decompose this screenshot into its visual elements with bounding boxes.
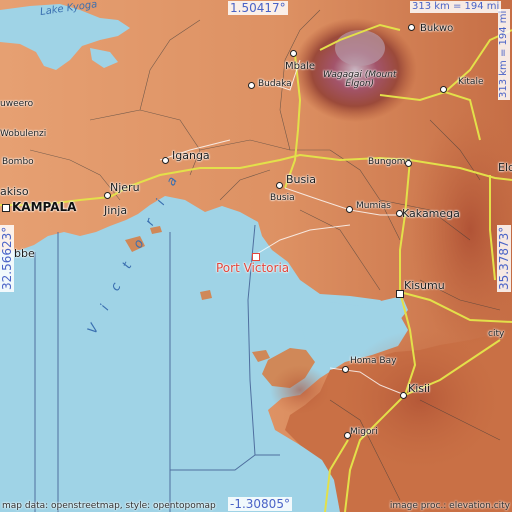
label-akiso: akiso <box>0 185 29 198</box>
label-bombo: Bombo <box>2 157 34 167</box>
coord-bottom: -1.30805° <box>228 497 292 511</box>
label-jinja: Jinja <box>104 204 128 217</box>
label-kakamega: Kakamega <box>402 207 460 220</box>
marker-mumias <box>346 206 353 213</box>
marker-mbale <box>290 50 297 57</box>
label-budaka: Budaka <box>258 79 292 89</box>
coord-top: 1.50417° <box>228 1 288 15</box>
label-homa-bay: Homa Bay <box>350 356 397 366</box>
label-kisii: Kisii <box>408 382 431 395</box>
label-ebbe: bbe <box>14 247 35 260</box>
marker-kisumu <box>396 290 404 298</box>
marker-njeru <box>104 192 111 199</box>
marker-busia-town <box>276 182 283 189</box>
marker-port-victoria[interactable] <box>252 253 260 261</box>
coord-left: 32.56623° <box>0 224 14 292</box>
label-mbale: Mbale <box>285 61 316 72</box>
scale-vertical: 313 km = 194 mi <box>498 8 510 100</box>
label-uweero: uweero <box>0 99 34 109</box>
label-njeru: Njeru <box>110 181 140 194</box>
map-view[interactable]: Lake Kyoga Victoria Bukwo Mbale Budaka W… <box>0 0 512 512</box>
label-eld: Eld <box>498 161 512 174</box>
label-mumias: Mumias <box>356 201 391 211</box>
marker-iganga <box>162 157 169 164</box>
credit-image-proc: image proc.: elevation.city <box>389 501 510 511</box>
coord-right: 35.37873° <box>497 224 511 292</box>
label-port-victoria[interactable]: Port Victoria <box>216 262 289 274</box>
marker-migori <box>344 432 351 439</box>
marker-homa-bay <box>342 366 349 373</box>
label-city: city <box>488 329 505 339</box>
label-busia-town: Busia <box>286 173 317 186</box>
marker-kisii <box>400 392 407 399</box>
scale-horizontal: 313 km = 194 mi <box>410 1 502 13</box>
label-wobulenzi: Wobulenzi <box>0 129 47 139</box>
label-wagagai: Wagagai (Mount Elgon) <box>323 70 397 89</box>
marker-bukwo <box>408 24 415 31</box>
marker-budaka <box>248 82 255 89</box>
credit-map-data: map data: openstreetmap, style: opentopo… <box>2 501 216 511</box>
marker-bungoma <box>405 160 412 167</box>
label-kampala: KAMPALA <box>12 200 77 214</box>
label-bukwo: Bukwo <box>420 23 454 34</box>
label-busia-small: Busia <box>270 193 295 203</box>
label-migori: Migori <box>350 427 378 437</box>
marker-kampala <box>2 204 10 212</box>
marker-kitale <box>440 86 447 93</box>
label-kitale: Kitale <box>458 77 484 87</box>
marker-kakamega <box>396 210 403 217</box>
label-iganga: Iganga <box>172 149 210 162</box>
label-kisumu: Kisumu <box>404 279 445 292</box>
